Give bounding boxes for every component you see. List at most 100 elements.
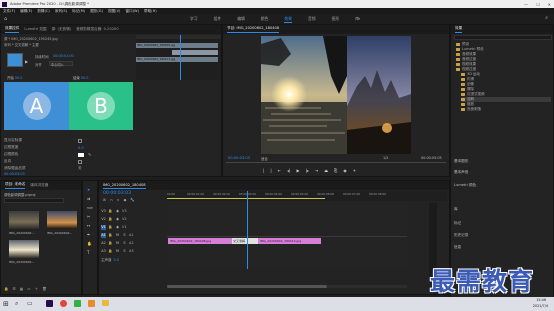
tree-dissolve[interactable]: 溶解 (461, 97, 551, 102)
v1-source-toggle[interactable]: V1 (101, 224, 106, 230)
mini-transition[interactable] (172, 50, 218, 55)
trash-icon[interactable]: 🗑 (42, 287, 47, 292)
mark-out-icon[interactable]: | (270, 168, 271, 173)
mark-in-icon[interactable]: | (263, 168, 264, 173)
workspace-editing[interactable]: 编辑 (237, 16, 245, 23)
menu-help[interactable]: 帮助(H) (144, 9, 157, 14)
timeline-clip-2[interactable]: IMG_20200602_180413.jpg (258, 238, 321, 244)
a3-target-toggle[interactable]: A3 (101, 249, 106, 254)
go-to-in-icon[interactable]: ⇤ (278, 168, 281, 173)
lock-icon[interactable]: 🔒 (4, 287, 8, 292)
timeline-h-scrollbar[interactable] (167, 285, 407, 288)
menu-view[interactable]: 视图(V) (108, 9, 120, 14)
add-button-icon[interactable]: + (353, 168, 356, 173)
program-timecode[interactable]: 00:00:03:03 (228, 156, 250, 160)
track-select-icon[interactable]: ⇉ (87, 196, 93, 201)
a1-solo-icon[interactable]: S (122, 233, 127, 238)
add-marker-icon[interactable]: ◆ (124, 198, 127, 202)
border-width-value[interactable]: 0.0 (78, 146, 84, 150)
tab-source[interactable]: 源: (无剪辑) (52, 27, 72, 32)
ripple-edit-icon[interactable]: ⟺ (87, 205, 93, 210)
play-icon[interactable]: ▶ (296, 168, 299, 173)
tab-lumetri-scopes[interactable]: Lumetri 范围 (24, 27, 46, 32)
quality-select[interactable]: 1/2 (383, 156, 388, 160)
menu-file[interactable]: 文件(F) (3, 9, 15, 14)
pen-tool-icon[interactable]: ✒ (87, 232, 93, 237)
list-view-icon[interactable]: ☰ (12, 287, 15, 292)
wrench-icon[interactable]: 🔧 (130, 198, 134, 202)
alignment-select[interactable]: 中心切入 (49, 61, 73, 67)
taskbar-date[interactable]: 2021/7/4 (533, 304, 548, 308)
show-actual-checkbox[interactable] (78, 138, 82, 143)
v2-lock-icon[interactable]: 🔒 (108, 217, 113, 222)
taskbar-folder-icon[interactable] (102, 300, 109, 306)
menu-sequence[interactable]: 序列(S) (55, 9, 67, 14)
start-value[interactable]: 50.0 (15, 76, 23, 80)
a2-lock-icon[interactable]: 🔒 (108, 241, 113, 246)
maximize-button[interactable]: ☐ (536, 2, 540, 7)
tab-program[interactable]: 节目: IMG_20200602_180408 (227, 26, 279, 33)
a3-solo-icon[interactable]: S (122, 249, 127, 254)
duration-value[interactable]: 00:00:01:00 (53, 54, 74, 58)
monitor-scrub-bar[interactable] (226, 162, 446, 163)
step-forward-icon[interactable]: |▸ (306, 168, 309, 173)
extract-icon[interactable]: ⎘ (334, 168, 337, 173)
effects-search-input[interactable] (454, 35, 552, 40)
search-icon[interactable]: ⌕ (545, 15, 548, 21)
nest-icon[interactable]: ⊞ (103, 198, 106, 202)
go-to-out-icon[interactable]: ⇥ (315, 168, 318, 173)
workspace-more-icon[interactable]: » (358, 16, 360, 21)
menu-graphics[interactable]: 图形(G) (90, 9, 103, 14)
taskbar-app-icon[interactable] (88, 300, 95, 307)
lift-icon[interactable]: ⏏ (324, 168, 328, 173)
v3-lock-icon[interactable]: 🔒 (108, 209, 113, 214)
tab-project[interactable]: 项目: 未命名 (5, 182, 25, 189)
taskbar-chrome-icon[interactable] (60, 300, 67, 307)
task-view-icon[interactable]: ▭ (27, 300, 33, 307)
a1-source-toggle[interactable]: A1 (101, 232, 106, 238)
v3-target-toggle[interactable]: V3 (101, 209, 106, 214)
panel-essential-sound[interactable]: 基本声音 (454, 170, 468, 175)
play-transition-icon[interactable]: ▶ (25, 59, 28, 64)
razor-tool-icon[interactable]: ✂ (87, 214, 93, 219)
workspace-learn[interactable]: 学习 (190, 16, 198, 23)
v3-eye-icon[interactable]: ◉ (115, 209, 120, 214)
workspace-audio[interactable]: 音频 (308, 16, 316, 23)
snap-icon[interactable]: ∩ (110, 198, 113, 202)
a2-mute-icon[interactable]: M (115, 241, 120, 246)
end-value[interactable]: 50.0 (81, 76, 89, 80)
mini-clip-b[interactable]: IMG_20200602_180413.jpg (136, 57, 218, 62)
a1-mute-icon[interactable]: M (115, 233, 120, 238)
timeline-clip-1[interactable]: IMG_20200602_180408.jpg (168, 238, 232, 244)
tab-effect-controls[interactable]: 效果控件 (5, 26, 19, 33)
icon-view-icon[interactable]: ▦ (20, 287, 23, 292)
tab-media-browser[interactable]: 媒体浏览器 (30, 183, 48, 188)
work-area-bar[interactable] (167, 198, 325, 199)
taskbar-search-icon[interactable]: ⌕ (15, 300, 18, 308)
panel-libraries[interactable]: 库 (454, 207, 458, 212)
a3-mute-icon[interactable]: M (115, 249, 120, 254)
minimize-button[interactable]: — (524, 2, 528, 7)
close-button[interactable]: ✕ (548, 2, 551, 7)
hand-tool-icon[interactable]: ✋ (87, 241, 93, 246)
home-icon[interactable]: ⌂ (4, 16, 7, 22)
tab-effects[interactable]: 效果 (455, 26, 462, 33)
tree-page-peel[interactable]: 页面剥落 (461, 107, 481, 112)
a1-lock-icon[interactable]: 🔒 (108, 233, 113, 238)
timeline-timecode[interactable]: 00:00:03:03 (103, 191, 131, 196)
mini-clip-a[interactable]: IMG_20200602_180408.jpg (136, 43, 218, 48)
antialias-select[interactable]: 关 (78, 166, 82, 171)
menu-window[interactable]: 窗口(W) (125, 9, 139, 14)
tab-audio-mixer[interactable]: 音频剪辑混合器: 0-20200 (76, 27, 119, 32)
eyedropper-icon[interactable]: ✎ (88, 152, 91, 157)
taskbar-wechat-icon[interactable] (74, 300, 81, 307)
project-search-input[interactable] (4, 198, 64, 203)
master-volume-value[interactable]: 0.0 (114, 258, 120, 262)
workspace-effects[interactable]: 效果 (284, 16, 292, 23)
v1-eye-icon[interactable]: ◉ (115, 225, 120, 230)
a3-lock-icon[interactable]: 🔒 (108, 249, 113, 254)
menu-edit[interactable]: 编辑(E) (20, 9, 32, 14)
a2-target-toggle[interactable]: A2 (101, 241, 106, 246)
timeline-playhead[interactable] (247, 191, 248, 269)
selection-tool-icon[interactable]: ➤ (87, 187, 93, 192)
